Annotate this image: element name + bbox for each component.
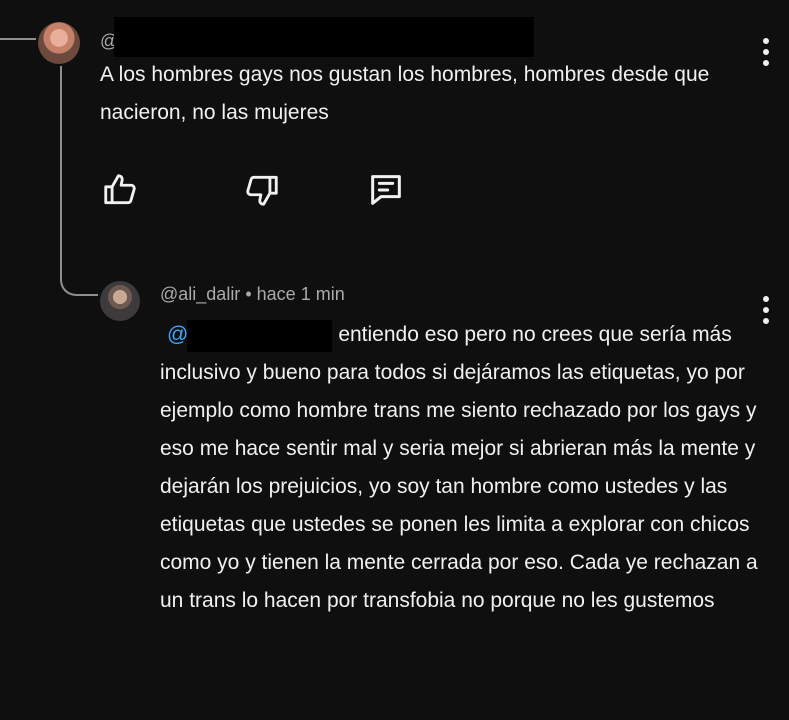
reply-button[interactable] xyxy=(366,170,406,210)
dislike-button[interactable] xyxy=(242,170,282,210)
reply-author-avatar[interactable] xyxy=(100,281,140,321)
thread-connector-top xyxy=(0,38,36,40)
comment-menu-button[interactable] xyxy=(756,32,776,72)
redacted-mention xyxy=(187,320,332,352)
commenter-avatar[interactable] xyxy=(38,22,80,64)
reply-meta: @ali_dalir • hace 1 min xyxy=(160,284,345,305)
thread-connector xyxy=(60,66,98,296)
comment-icon xyxy=(371,175,401,205)
reply-timestamp[interactable]: hace 1 min xyxy=(257,284,345,304)
more-vertical-icon-dot xyxy=(763,318,769,324)
mention-link[interactable]: @ xyxy=(160,323,188,346)
redacted-username xyxy=(114,17,534,57)
reply-author-handle[interactable]: @ali_dalir xyxy=(160,284,240,304)
meta-separator: • xyxy=(245,284,252,304)
more-vertical-icon-dot xyxy=(763,60,769,66)
reply-body: entiendo eso pero no crees que sería más… xyxy=(160,323,758,612)
like-button[interactable] xyxy=(100,170,140,210)
more-vertical-icon-dot xyxy=(763,307,769,313)
more-vertical-icon xyxy=(763,38,769,44)
comment-text: A los hombres gays nos gustan los hombre… xyxy=(100,63,710,124)
thumbs-up-icon xyxy=(104,174,136,205)
more-vertical-icon-dot xyxy=(763,49,769,55)
thumbs-down-icon xyxy=(246,175,278,206)
reply-text: @ entiendo eso pero no crees que sería má… xyxy=(160,316,760,620)
more-vertical-icon xyxy=(763,296,769,302)
